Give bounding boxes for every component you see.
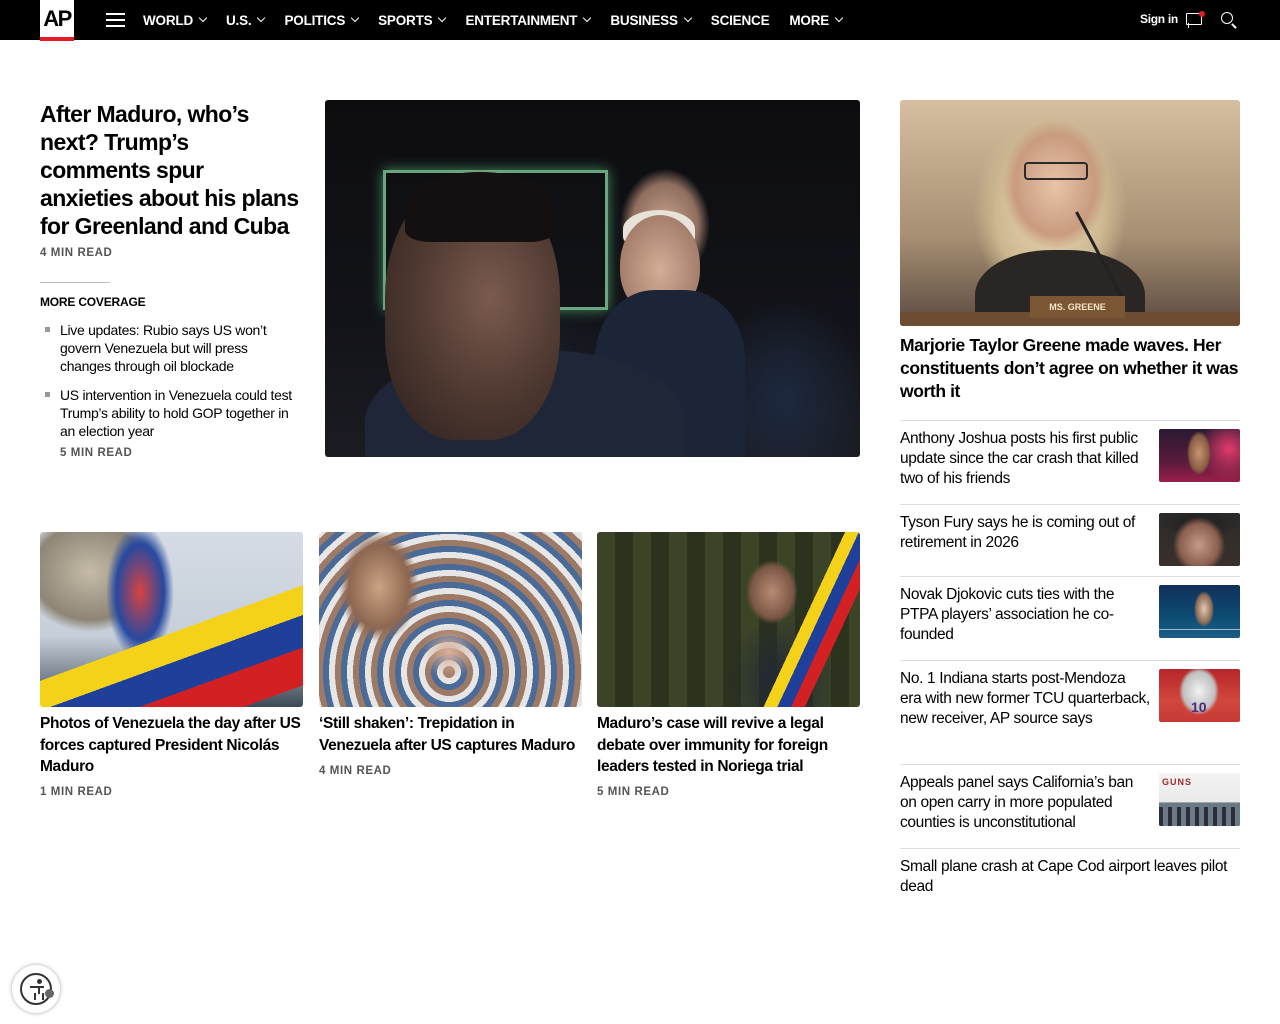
story-photo[interactable] xyxy=(319,532,582,707)
feature-photo[interactable]: MS. GREENE xyxy=(900,100,1240,326)
list-item-thumbnail[interactable] xyxy=(1159,773,1240,826)
story-photo[interactable] xyxy=(40,532,303,707)
accessibility-icon[interactable] xyxy=(12,965,60,1013)
lead-photo[interactable] xyxy=(325,100,860,457)
main-nav: WORLD U.S. POLITICS SPORTS ENTERTAINMENT… xyxy=(143,0,862,40)
nav-entertainment[interactable]: ENTERTAINMENT xyxy=(465,13,592,28)
nav-politics[interactable]: POLITICS xyxy=(284,13,360,28)
story-headline[interactable]: Maduro’s case will revive a legal debate… xyxy=(597,713,860,778)
settings-badge-icon xyxy=(45,989,54,998)
nav-sports[interactable]: SPORTS xyxy=(378,13,447,28)
nav-business[interactable]: BUSINESS xyxy=(610,13,693,28)
divider xyxy=(40,282,110,283)
nav-science[interactable]: SCIENCE xyxy=(711,13,770,28)
story-headline[interactable]: ‘Still shaken’: Trepidation in Venezuela… xyxy=(319,713,582,756)
list-item: Appeals panel says California’s ban on o… xyxy=(900,764,1240,848)
list-item: Novak Djokovic cuts ties with the PTPA p… xyxy=(900,576,1240,668)
nav-us[interactable]: U.S. xyxy=(226,13,266,28)
more-coverage-label: MORE COVERAGE xyxy=(40,295,146,309)
list-item-headline[interactable]: No. 1 Indiana starts post-Mendoza era wi… xyxy=(900,669,1150,729)
chevron-down-icon xyxy=(683,13,693,23)
nav-more[interactable]: MORE xyxy=(789,13,844,28)
feature-headline[interactable]: Marjorie Taylor Greene made waves. Her c… xyxy=(900,334,1240,403)
story-headline[interactable]: Photos of Venezuela the day after US for… xyxy=(40,713,303,778)
story-read-time: 5 MIN READ xyxy=(597,786,670,798)
list-item-headline[interactable]: Small plane crash at Cape Cod airport le… xyxy=(900,857,1240,897)
chevron-down-icon xyxy=(257,13,266,23)
coverage-link[interactable]: US intervention in Venezuela could test … xyxy=(45,386,302,440)
story-read-time: 1 MIN READ xyxy=(40,786,113,798)
list-item: Tyson Fury says he is coming out of reti… xyxy=(900,504,1240,576)
chevron-down-icon xyxy=(583,13,592,23)
chevron-down-icon xyxy=(198,13,208,23)
list-item-headline[interactable]: Novak Djokovic cuts ties with the PTPA p… xyxy=(900,585,1150,645)
nav-world[interactable]: WORLD xyxy=(143,13,208,28)
list-item: No. 1 Indiana starts post-Mendoza era wi… xyxy=(900,660,1240,772)
logo-text: AP xyxy=(43,5,72,31)
list-item-thumbnail[interactable] xyxy=(1159,585,1240,638)
list-item-headline[interactable]: Appeals panel says California’s ban on o… xyxy=(900,773,1150,833)
menu-icon[interactable] xyxy=(106,13,125,27)
lead-read-time: 4 MIN READ xyxy=(40,247,113,259)
ap-logo[interactable]: AP xyxy=(40,0,74,41)
lead-headline[interactable]: After Maduro, who’s next? Trump’s commen… xyxy=(40,100,302,240)
notification-dot xyxy=(1199,11,1205,17)
list-item-thumbnail[interactable] xyxy=(1159,429,1240,482)
list-item-headline[interactable]: Anthony Joshua posts his first public up… xyxy=(900,429,1150,489)
sign-in-link[interactable]: Sign in xyxy=(1140,12,1178,26)
story-photo[interactable] xyxy=(597,532,860,707)
list-item-headline[interactable]: Tyson Fury says he is coming out of reti… xyxy=(900,513,1150,553)
nameplate-text: MS. GREENE xyxy=(1030,296,1125,318)
chevron-down-icon xyxy=(438,13,447,23)
top-nav-bar: AP WORLD U.S. POLITICS SPORTS ENTERTAINM… xyxy=(0,0,1280,41)
chat-icon[interactable] xyxy=(1186,11,1205,28)
list-item: Anthony Joshua posts his first public up… xyxy=(900,420,1240,504)
list-item-thumbnail[interactable] xyxy=(1159,669,1240,722)
coverage-read-time: 5 MIN READ xyxy=(60,447,133,459)
story-read-time: 4 MIN READ xyxy=(319,765,392,777)
chevron-down-icon xyxy=(350,13,360,23)
coverage-link[interactable]: Live updates: Rubio says US won’t govern… xyxy=(45,321,302,375)
search-icon[interactable] xyxy=(1221,12,1237,29)
list-item: Small plane crash at Cape Cod airport le… xyxy=(900,848,1240,908)
chevron-down-icon xyxy=(834,13,844,23)
list-item-thumbnail[interactable] xyxy=(1159,513,1240,566)
